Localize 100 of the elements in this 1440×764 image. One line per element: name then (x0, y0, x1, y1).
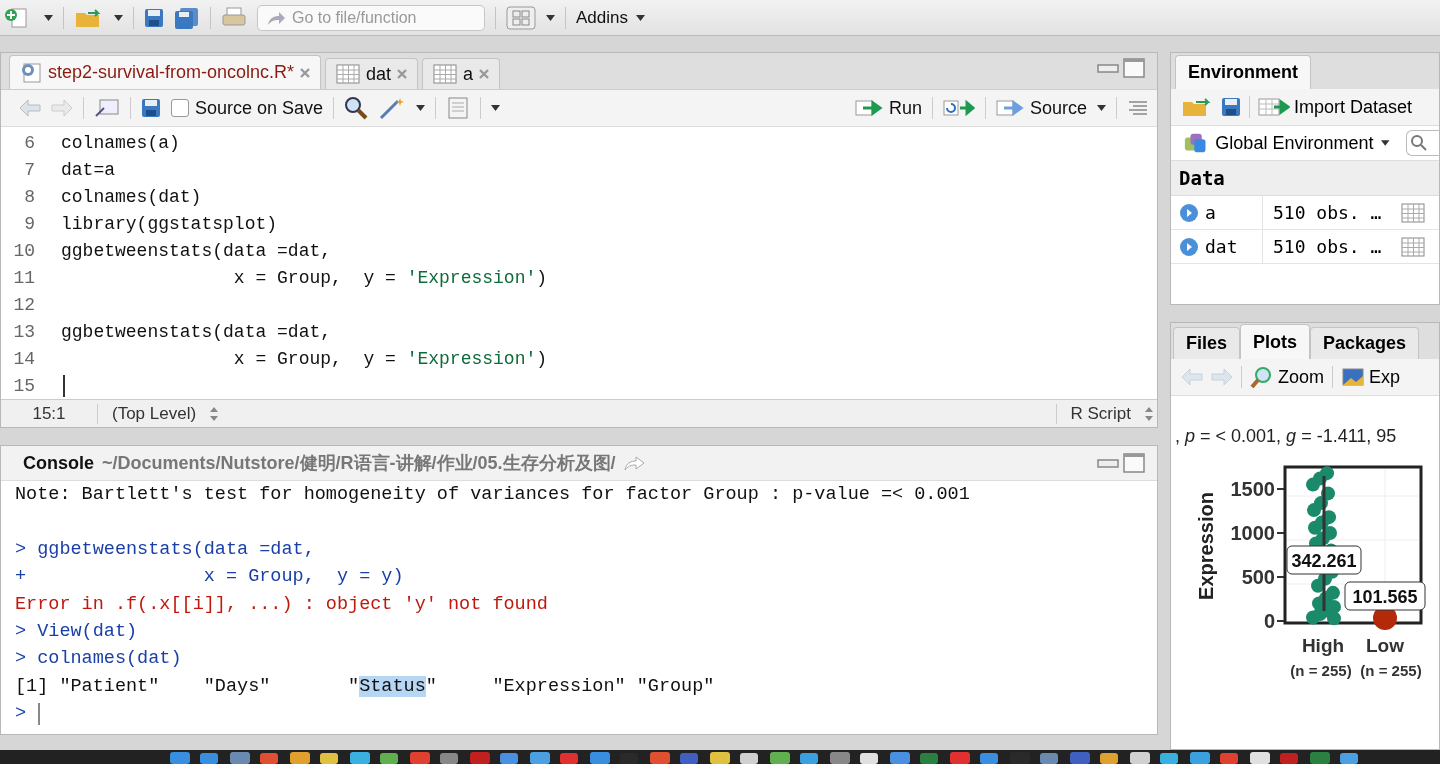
console-line: Note: Bartlett's test for homogeneity of variances for factor Group : p-value =< 0.001 (15, 483, 970, 507)
line-number: 6 (23, 132, 36, 153)
code-line: dat=a (61, 159, 115, 180)
close-icon[interactable] (397, 69, 408, 79)
value-label: 342.261 (1286, 545, 1362, 575)
run-icon (854, 98, 885, 118)
maximize-icon[interactable] (1123, 453, 1145, 473)
tick-label: 500 (1241, 566, 1275, 588)
close-icon[interactable] (479, 69, 490, 79)
expand-icon[interactable] (1179, 202, 1199, 223)
save-icon[interactable] (141, 98, 161, 118)
table-arrow-icon (1258, 97, 1290, 117)
pane-tab[interactable]: Environment (1175, 55, 1311, 89)
line-number: 8 (23, 186, 36, 207)
caret-icon[interactable] (1097, 105, 1106, 111)
r-file-icon (20, 61, 42, 84)
up-down-icon[interactable] (210, 406, 219, 421)
line-number: 15 (12, 375, 36, 396)
code-line: x = Group, y = 'Expression') (232, 267, 548, 288)
code-line: x = Group, y = 'Expression') (232, 348, 548, 369)
caret-icon[interactable] (114, 14, 123, 21)
table-icon (336, 64, 361, 84)
section-header: Data (1171, 161, 1439, 196)
go-to-directory-icon[interactable] (623, 455, 646, 471)
console-line: [1] "Patient" "Days" "Status" "Expression" "Group" (15, 674, 715, 699)
editor-tab[interactable]: dat (325, 58, 419, 89)
export-button[interactable]: Exp (1341, 366, 1401, 388)
magnifier-icon (1250, 366, 1272, 388)
save-all-icon[interactable] (174, 6, 200, 29)
save-icon[interactable] (144, 7, 164, 28)
code-line: ggbetweenstats(data =dat, (61, 321, 332, 342)
working-directory-path[interactable]: ~/Documents/Nutstore/健明/R语言-讲解/作业/05.生存分析及图/ (102, 451, 616, 475)
up-down-icon[interactable] (1145, 406, 1153, 421)
pane-tab[interactable]: Packages (1310, 327, 1420, 359)
source-button[interactable]: Source (995, 97, 1087, 119)
tick-label: 0 (1263, 610, 1275, 632)
editor-tab[interactable]: a (422, 58, 501, 89)
expand-icon[interactable] (1179, 236, 1199, 257)
panes-icon[interactable] (506, 5, 536, 30)
code-line: colnames(dat) (61, 186, 202, 207)
source-on-save-checkbox[interactable]: Source on Save (171, 97, 324, 119)
variable-name: a (1205, 202, 1216, 223)
rerun-icon[interactable] (942, 98, 975, 118)
variable-name: dat (1205, 236, 1238, 257)
zoom-button[interactable]: Zoom (1250, 366, 1324, 388)
print-icon[interactable] (221, 6, 247, 29)
table-icon[interactable] (1401, 236, 1425, 257)
line-number: 14 (12, 348, 36, 369)
back-icon[interactable] (19, 99, 41, 117)
file-type-selector[interactable]: R Script (1055, 403, 1145, 424)
pane-tab[interactable]: Plots (1240, 324, 1311, 359)
save-icon[interactable] (1221, 97, 1241, 117)
source-icon (995, 98, 1026, 118)
table-icon (433, 64, 458, 84)
line-number: 9 (23, 213, 36, 234)
image-icon (1341, 367, 1365, 387)
tick-label: 1000 (1230, 522, 1275, 544)
tick-label: 1500 (1230, 478, 1275, 500)
console-line: > colnames(dat) (15, 647, 182, 672)
variable-value: 510 obs. … (1272, 202, 1383, 223)
table-icon[interactable] (1401, 202, 1425, 223)
caret-icon[interactable] (491, 105, 501, 111)
code-line: colnames(a) (61, 132, 180, 153)
outline-icon[interactable] (1127, 99, 1149, 117)
arrow-icon (266, 9, 286, 26)
line-number: 13 (12, 321, 36, 342)
value-label: 101.565 (1344, 581, 1426, 611)
caret-icon[interactable] (416, 105, 426, 111)
axis-label: Expression (1195, 492, 1217, 600)
pane-tab[interactable]: Files (1173, 327, 1241, 359)
sample-size-label: (n = 255) (1360, 662, 1422, 679)
cursor-position: 15:1 (1, 403, 98, 424)
caret-icon[interactable] (636, 14, 645, 21)
caret-icon[interactable] (1381, 140, 1390, 146)
minimize-icon[interactable] (1097, 63, 1119, 73)
plot-subtitle: , p = < 0.001, g = -1.411, 95 (1175, 426, 1397, 446)
console-line: > ggbetweenstats(data =dat, (15, 537, 315, 562)
maximize-icon[interactable] (1123, 58, 1145, 78)
scope-selector[interactable]: (Top Level) (98, 403, 211, 424)
minimize-icon[interactable] (1097, 458, 1119, 468)
line-number: 7 (23, 159, 36, 180)
console-line: > (15, 702, 27, 727)
notebook-icon[interactable] (446, 97, 471, 119)
console-line: Error in .f(.x[[i]], ...) : object 'y' not found (15, 592, 548, 617)
close-icon[interactable] (300, 67, 311, 78)
open-folder-icon[interactable] (1181, 96, 1213, 118)
run-button[interactable]: Run (854, 97, 922, 119)
category-label: High (1301, 635, 1345, 656)
line-number: 10 (12, 240, 36, 261)
sample-size-label: (n = 255) (1290, 662, 1352, 679)
code-line: ggbetweenstats(data =dat, (61, 240, 332, 261)
addins-menu[interactable]: Addins (576, 7, 645, 28)
console-line: > View(dat) (15, 620, 138, 644)
console-line: + x = Group, y = y) (15, 565, 404, 590)
caret-icon[interactable] (546, 14, 555, 21)
search-icon[interactable] (344, 96, 369, 120)
editor-tab[interactable]: step2-survival-from-oncolnc.R* (9, 55, 322, 89)
environment-selector[interactable]: Global Environment (1215, 132, 1374, 154)
caret-icon[interactable] (44, 14, 53, 21)
show-in-window-icon[interactable] (94, 98, 120, 118)
